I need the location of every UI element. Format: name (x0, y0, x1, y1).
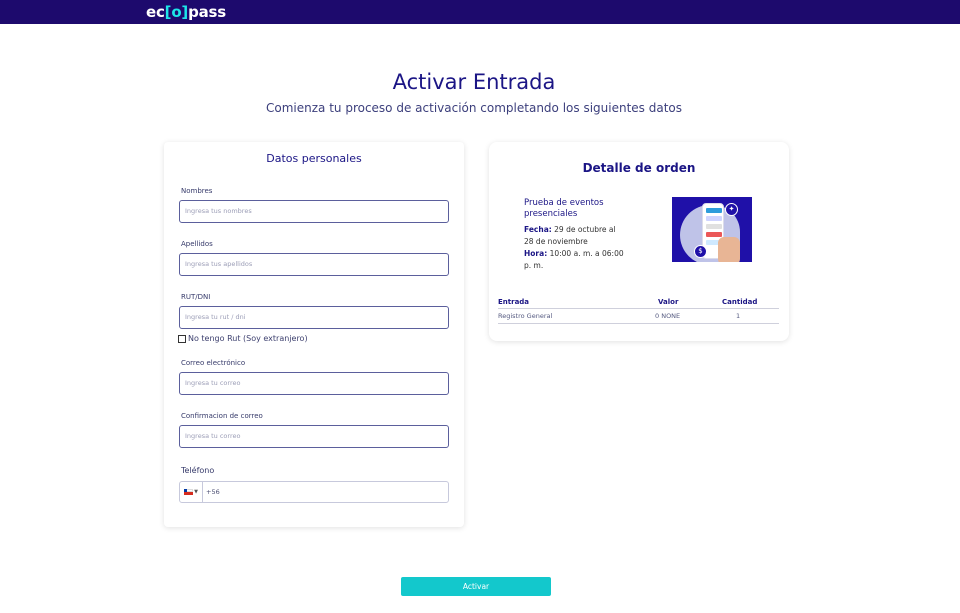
chile-flag-icon (184, 489, 194, 495)
date-label: Fecha: (524, 225, 552, 234)
confirm-email-input[interactable]: Ingresa tu correo (179, 425, 449, 448)
tag-icon: ✦ (725, 203, 738, 216)
top-bar: ec[o]pass (0, 0, 960, 24)
no-rut-label: No tengo Rut (Soy extranjero) (188, 334, 308, 343)
event-info: Fecha: 29 de octubre al 28 de noviembre … (524, 224, 624, 272)
column-header-entrada: Entrada (498, 298, 530, 306)
order-detail-title: Detalle de orden (582, 161, 696, 175)
time-label: Hora: (524, 249, 548, 258)
logo-part-pass: pass (188, 3, 227, 21)
email-input[interactable]: Ingresa tu correo (179, 372, 449, 395)
page-subtitle: Comienza tu proceso de activación comple… (266, 101, 682, 115)
rut-input[interactable]: Ingresa tu rut / dni (179, 306, 449, 329)
table-cell-valor: 0 NONE (655, 312, 681, 320)
no-rut-checkbox[interactable] (178, 334, 186, 343)
column-header-cantidad: Cantidad (722, 298, 758, 306)
country-selector[interactable]: ▼ (180, 482, 203, 502)
page-title: Activar Entrada (392, 70, 556, 94)
logo-part-ec: ec (146, 3, 165, 21)
personal-data-title: Datos personales (266, 152, 362, 165)
table-divider (498, 323, 779, 324)
table-cell-entrada: Registro General (498, 312, 553, 320)
hand-illustration (718, 237, 740, 262)
chevron-down-icon: ▼ (194, 489, 198, 495)
coin-icon: $ (694, 245, 707, 258)
email-label: Correo electrónico (181, 359, 246, 367)
first-name-input[interactable]: Ingresa tus nombres (179, 200, 449, 223)
event-name: Prueba de eventos presenciales (524, 198, 604, 219)
table-divider (498, 308, 779, 309)
activate-button[interactable]: Activar (401, 577, 551, 596)
phone-input[interactable]: +56 (203, 488, 220, 496)
column-header-valor: Valor (658, 298, 679, 306)
event-image: ✦ $ (672, 197, 752, 262)
last-name-label: Apellidos (181, 240, 213, 248)
last-name-input[interactable]: Ingresa tus apellidos (179, 253, 449, 276)
rut-label: RUT/DNI (181, 293, 211, 301)
confirm-email-label: Confirmacion de correo (181, 412, 263, 420)
personal-data-card: Datos personales Nombres Ingresa tus nom… (164, 142, 464, 527)
logo-part-o: [o] (164, 3, 189, 21)
ecopass-logo[interactable]: ec[o]pass (146, 2, 226, 22)
phone-field[interactable]: ▼ +56 (179, 481, 449, 503)
no-rut-option[interactable]: No tengo Rut (Soy extranjero) (178, 334, 308, 343)
table-cell-cantidad: 1 (736, 312, 741, 320)
phone-label: Teléfono (181, 466, 215, 475)
first-name-label: Nombres (181, 187, 213, 195)
order-detail-card: Detalle de orden Prueba de eventos prese… (489, 142, 789, 341)
